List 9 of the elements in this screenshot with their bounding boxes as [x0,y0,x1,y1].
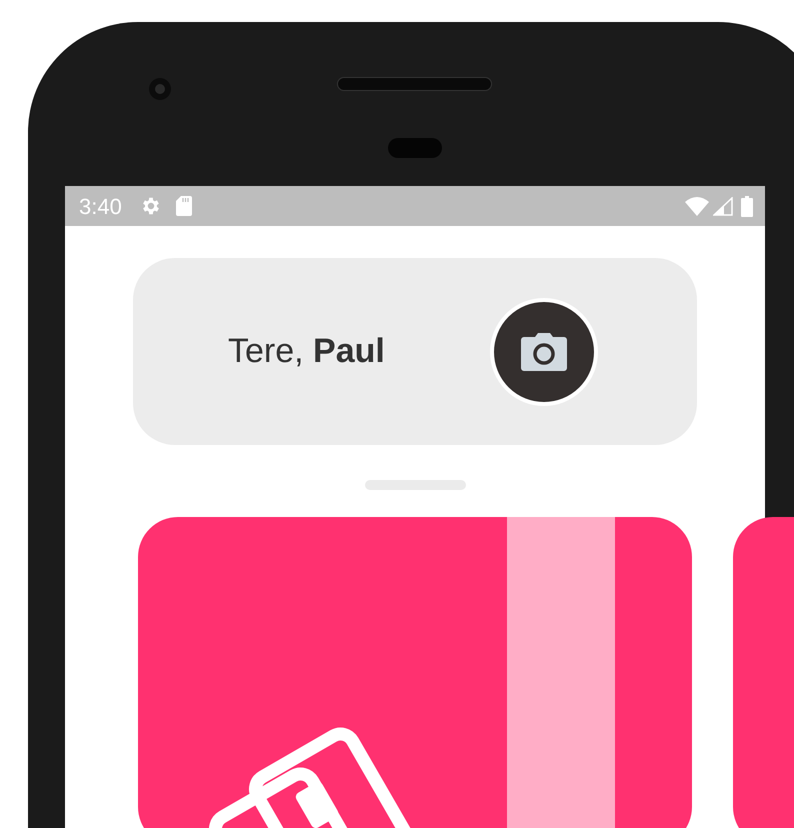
signal-icon [713,196,733,216]
sd-card-icon [176,196,192,216]
camera-icon [521,332,567,370]
camera-icon [148,77,172,101]
battery-icon [741,196,753,216]
status-time: 3:40 [79,192,122,220]
wifi-icon [685,196,709,216]
card[interactable] [138,517,692,828]
greeting-text: Tere, Paul [228,331,385,372]
